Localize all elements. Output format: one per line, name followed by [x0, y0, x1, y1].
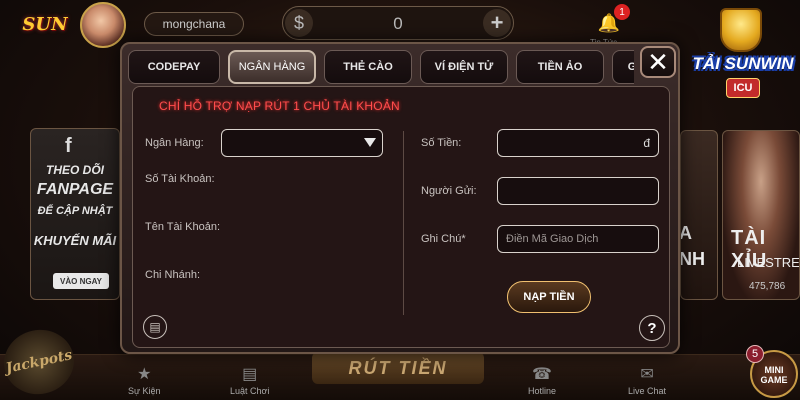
- help-button[interactable]: ?: [639, 315, 665, 341]
- facebook-icon: f: [65, 135, 72, 157]
- avatar[interactable]: [80, 2, 126, 48]
- balance-box: $ 0 +: [282, 6, 514, 40]
- branch-label: Chi Nhánh:: [145, 269, 201, 281]
- brand-subtitle: ICU: [726, 78, 760, 98]
- phone-icon: ☎: [532, 366, 552, 383]
- game-card-text: NH: [680, 249, 705, 269]
- tab-codepay[interactable]: CODEPAY: [128, 50, 220, 84]
- promo-line: KHUYẾN MÃI: [33, 233, 117, 248]
- sun-logo: SUN: [22, 13, 68, 35]
- nav-rules[interactable]: ▤ Luật Chơi: [230, 364, 269, 396]
- brand-title: TẢI SUNWIN: [692, 54, 794, 73]
- nav-rules-label: Luật Chơi: [230, 386, 270, 396]
- receipt-icon[interactable]: ▤: [143, 315, 167, 339]
- chat-icon: ✉: [640, 366, 654, 383]
- note-placeholder: Điền Mã Giao Dịch: [506, 233, 599, 245]
- note-label: Ghi Chú*: [421, 233, 466, 245]
- amount-input[interactable]: đ: [497, 129, 659, 157]
- promo-line: ĐỂ CẬP NHẬT: [37, 205, 113, 217]
- nav-live-chat[interactable]: ✉ Live Chat: [628, 364, 666, 396]
- sender-label: Người Gửi:: [421, 185, 477, 197]
- nav-live-chat-label: Live Chat: [628, 386, 667, 396]
- mini-game-badge: 5: [746, 345, 764, 363]
- nav-hotline-label: Hotline: [528, 386, 557, 396]
- trophy-icon: [720, 8, 762, 52]
- dollar-icon: $: [285, 9, 313, 37]
- account-number-label: Số Tài Khoản:: [145, 173, 215, 185]
- tab-card[interactable]: THẺ CÀO: [324, 50, 412, 84]
- add-balance-button[interactable]: +: [483, 9, 511, 37]
- brand-logo: TẢI SUNWIN ICU: [688, 4, 798, 110]
- sender-input[interactable]: [497, 177, 659, 205]
- withdraw-button[interactable]: RÚT TIỀN: [312, 352, 484, 384]
- notification-badge: 1: [614, 4, 630, 20]
- tab-more[interactable]: G: [612, 50, 634, 84]
- chevron-down-icon: [364, 138, 376, 147]
- promo-line: FANPAGE: [36, 181, 114, 198]
- game-card-count: 475,786: [749, 281, 786, 292]
- tab-e-wallet[interactable]: VÍ ĐIỆN TỬ: [420, 50, 508, 84]
- currency-symbol: đ: [643, 136, 650, 150]
- bank-label: Ngân Hàng:: [145, 137, 204, 149]
- nav-hotline[interactable]: ☎ Hotline: [528, 364, 556, 396]
- deposit-submit-button[interactable]: NẠP TIỀN: [507, 281, 591, 313]
- username-display: mongchana: [144, 12, 244, 36]
- account-name-label: Tên Tài Khoản:: [145, 221, 221, 233]
- rules-icon: ▤: [242, 366, 258, 383]
- fanpage-promo-banner[interactable]: f THEO DÕI FANPAGE ĐỂ CẬP NHẬT KHUYẾN MÃ…: [30, 128, 120, 300]
- balance-amount: 0: [393, 14, 403, 33]
- event-icon: ★: [137, 366, 152, 383]
- game-card-text: A: [680, 223, 692, 243]
- nav-event[interactable]: ★ Sự Kiện: [128, 364, 161, 396]
- game-card-partial[interactable]: A NH: [680, 130, 718, 300]
- tab-crypto[interactable]: TIỀN ẢO: [516, 50, 604, 84]
- game-card-subtitle: LIVESTREAM: [737, 255, 800, 270]
- promo-line: THEO DÕI: [45, 163, 104, 177]
- notice-text: CHỈ HỖ TRỢ NẠP RÚT 1 CHỦ TÀI KHOẢN: [159, 99, 400, 113]
- tab-bank[interactable]: NGÂN HÀNG: [228, 50, 316, 84]
- payment-tabs: CODEPAY NGÂN HÀNG THẺ CÀO VÍ ĐIỆN TỬ TIỀ…: [128, 48, 634, 86]
- taixiu-livestream-card[interactable]: TÀI XỈU LIVESTREAM 475,786: [722, 130, 800, 300]
- column-divider: [403, 131, 404, 315]
- amount-label: Số Tiền:: [421, 137, 462, 149]
- close-button[interactable]: ✕: [640, 46, 676, 78]
- note-input[interactable]: Điền Mã Giao Dịch: [497, 225, 659, 253]
- nav-event-label: Sự Kiện: [128, 386, 161, 396]
- deposit-dialog: CODEPAY NGÂN HÀNG THẺ CÀO VÍ ĐIỆN TỬ TIỀ…: [120, 42, 680, 354]
- bank-select[interactable]: [221, 129, 383, 157]
- promo-go-button[interactable]: VÀO NGAY: [53, 273, 109, 289]
- bank-deposit-panel: CHỈ HỖ TRỢ NẠP RÚT 1 CHỦ TÀI KHOẢN Ngân …: [132, 86, 670, 348]
